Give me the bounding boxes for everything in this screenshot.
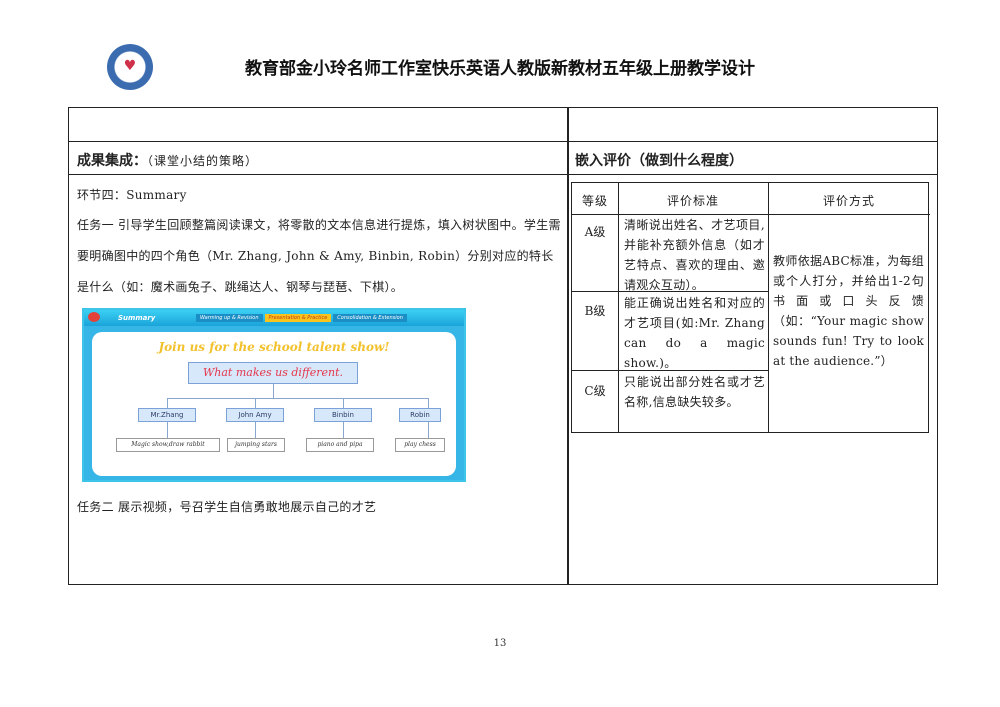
eval-grade: A级 — [584, 225, 606, 239]
summary-slide: Summary Warming up & Revision Presentati… — [82, 308, 466, 482]
slide-tab: Consolidation & Extension — [333, 314, 407, 322]
eval-grade: B级 — [584, 304, 606, 318]
evaluation-section-title: 嵌入评价（做到什么程度） — [575, 153, 743, 169]
tree-connector — [273, 384, 274, 398]
eval-method: 教师依据ABC标准，为每组或个人打分，并给出1-2句书面或口头反馈（如：“You… — [773, 254, 924, 368]
tree-connector — [255, 398, 256, 408]
lesson-table: 成果集成：（课堂小结的策略） 嵌入评价（做到什么程度） 环节四：Summary … — [68, 107, 938, 585]
eval-header-grade: 等级 — [581, 194, 608, 208]
tree-connector — [343, 422, 344, 438]
row-divider — [69, 174, 937, 175]
heart-icon: ♥ — [123, 58, 137, 74]
evaluation-table: 等级 评价标准 评价方式 A级 清晰说出姓名、才艺项目,并能补充额外信息（如才艺… — [571, 182, 930, 433]
tree-node-name: Robin — [399, 408, 441, 422]
slide-section-name: Summary — [118, 314, 156, 322]
row-divider — [69, 141, 937, 142]
page-number: 13 — [493, 638, 507, 649]
eval-grade: C级 — [584, 384, 606, 398]
tree-node-name: Binbin — [314, 408, 372, 422]
tree-connector — [255, 422, 256, 438]
tree-connector — [167, 422, 168, 438]
tree-node-skill: jumping stars — [227, 438, 285, 452]
tree-node-skill: Magic show,draw rabbit — [116, 438, 220, 452]
slide-nav-bar: Summary Warming up & Revision Presentati… — [84, 310, 464, 326]
slide-headline: Join us for the school talent show! — [158, 340, 390, 354]
eval-header-criteria: 评价标准 — [666, 194, 719, 208]
workshop-logo: ♥ — [107, 44, 153, 90]
document-title: 教育部金小玲名师工作室快乐英语人教版新教材五年级上册教学设计 — [245, 59, 755, 79]
task-two-text: 任务二 展示视频，号召学生自信勇敢地展示自己的才艺 — [77, 500, 377, 514]
tree-connector — [428, 422, 429, 438]
tree-connector — [343, 398, 344, 408]
outcome-section-title: 成果集成：（课堂小结的策略） — [77, 150, 258, 170]
tree-root: What makes us different. — [188, 362, 358, 384]
eval-column-divider — [618, 183, 619, 432]
tree-connector — [167, 398, 429, 399]
outcome-hint: （课堂小结的策略） — [147, 154, 259, 168]
task-one-text: 任务一 引导学生回顾整篇阅读课文，将零散的文本信息进行提炼，填入树状图中。学生需… — [77, 218, 561, 294]
tree-connector — [167, 398, 168, 408]
tree-connector — [428, 398, 429, 408]
eval-header-method: 评价方式 — [822, 194, 875, 208]
flower-icon — [88, 312, 100, 322]
slide-tab: Warming up & Revision — [196, 314, 263, 322]
step-title: 环节四：Summary — [77, 188, 187, 202]
slide-tab-active: Presentation & Practice — [264, 314, 332, 322]
tree-node-skill: play chess — [395, 438, 445, 452]
eval-criteria: 清晰说出姓名、才艺项目,并能补充额外信息（如才艺特点、喜欢的理由、邀请观众互动）… — [624, 218, 765, 292]
eval-criteria: 能正确说出姓名和对应的才艺项目(如:Mr. Zhang can do a mag… — [624, 296, 765, 370]
column-divider — [567, 108, 569, 584]
tree-node-skill: piano and pipa — [306, 438, 374, 452]
outcome-title: 成果集成： — [77, 153, 147, 169]
eval-criteria: 只能说出部分姓名或才艺名称,信息缺失较多。 — [624, 375, 765, 409]
tree-node-name: Mr.Zhang — [138, 408, 196, 422]
slide-content: Join us for the school talent show! What… — [92, 332, 456, 476]
tree-node-name: John Amy — [226, 408, 284, 422]
eval-column-divider — [768, 183, 769, 432]
